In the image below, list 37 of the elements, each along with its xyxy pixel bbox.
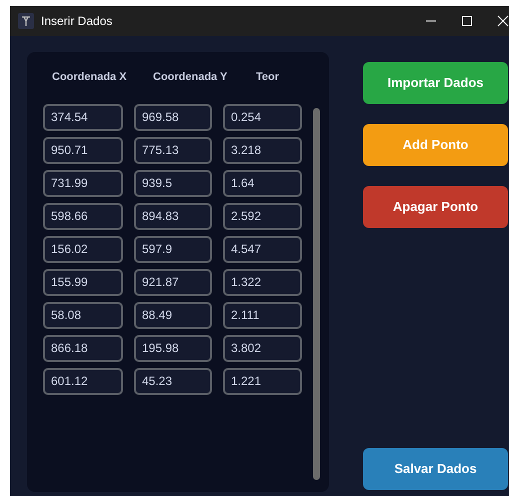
value-field[interactable]: 3.802	[223, 334, 302, 362]
value-field[interactable]: 731.99	[43, 170, 123, 196]
value-field[interactable]: 894.83	[134, 202, 212, 230]
value-field[interactable]: 374.54	[43, 104, 123, 130]
action-button[interactable]: Apagar Ponto	[363, 186, 508, 228]
value-field[interactable]: 45.23	[134, 368, 212, 394]
column-header: Coordenada X	[52, 70, 128, 85]
window-title: Inserir Dados	[41, 13, 112, 30]
value-field[interactable]: 195.98	[134, 334, 212, 362]
close-icon[interactable]	[497, 15, 509, 27]
value-field[interactable]: 1.322	[223, 268, 302, 296]
value-field[interactable]: 775.13	[134, 136, 212, 164]
scrollbar[interactable]	[313, 108, 320, 480]
value-field[interactable]: 1.221	[223, 368, 302, 394]
value-field[interactable]: 88.49	[134, 302, 212, 328]
value-field[interactable]: 58.08	[43, 302, 123, 328]
value-field[interactable]: 866.18	[43, 334, 123, 362]
value-field[interactable]: 950.71	[43, 136, 123, 164]
maximize-icon[interactable]	[461, 15, 473, 27]
value-field[interactable]: 601.12	[43, 368, 123, 394]
value-field[interactable]: 2.111	[223, 302, 302, 328]
value-field[interactable]: 597.9	[134, 236, 212, 262]
value-field[interactable]: 939.5	[134, 170, 212, 196]
value-field[interactable]: 969.58	[134, 104, 212, 130]
value-field[interactable]: 2.592	[223, 202, 302, 230]
value-field[interactable]: 155.99	[43, 268, 123, 296]
value-field[interactable]: 4.547	[223, 236, 302, 262]
column-header: Coordenada Y	[153, 70, 228, 85]
value-field[interactable]: 156.02	[43, 236, 123, 262]
column-header: Teor	[256, 70, 280, 85]
app-icon	[18, 13, 34, 29]
action-button[interactable]: Salvar Dados	[363, 448, 508, 490]
value-field[interactable]: 598.66	[43, 202, 123, 230]
value-field[interactable]: 1.64	[223, 170, 302, 196]
value-field[interactable]: 921.87	[134, 268, 212, 296]
value-field[interactable]: 0.254	[223, 104, 302, 130]
value-field[interactable]: 3.218	[223, 136, 302, 164]
